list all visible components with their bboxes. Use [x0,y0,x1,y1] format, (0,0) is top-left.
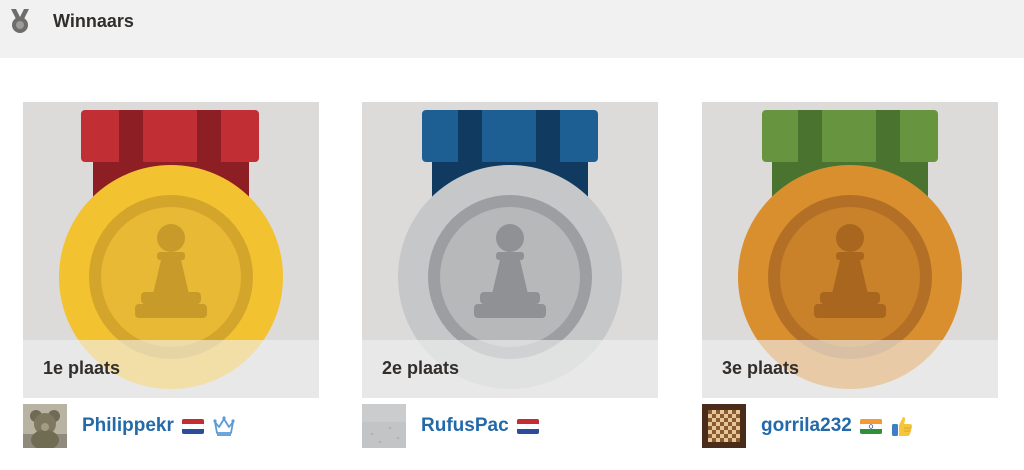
place-label: 1e plaats [43,358,121,378]
avatar[interactable] [702,404,746,448]
thumbs-up-icon [891,417,912,436]
winner-row-second: RufusPac [362,404,539,448]
crown-icon [213,416,235,436]
winner-row-third: gorrila232 [702,404,914,448]
teddy-bear-avatar [23,404,67,448]
username-link[interactable]: RufusPac [421,415,509,437]
avatar[interactable] [23,404,67,448]
place-label: 2e plaats [382,358,460,378]
netherlands-flag-icon [516,418,539,434]
place-label: 3e plaats [722,358,800,378]
medal-icon [11,9,29,33]
avatar[interactable] [362,404,406,448]
username-link[interactable]: gorrila232 [761,415,852,437]
winner-row-first: Philippekr [23,404,236,448]
second-place-card[interactable]: 2e plaats [362,102,658,398]
section-title: Winnaars [53,11,134,31]
netherlands-flag-icon [181,418,204,434]
username-link[interactable]: Philippekr [82,415,174,437]
india-flag-icon [859,418,882,434]
first-place-card[interactable]: 1e plaats [23,102,319,398]
third-place-card[interactable]: 3e plaats [702,102,998,398]
chessboard-avatar [702,404,746,448]
gray-texture-avatar [362,404,406,448]
section-header: Winnaars [0,0,1024,58]
